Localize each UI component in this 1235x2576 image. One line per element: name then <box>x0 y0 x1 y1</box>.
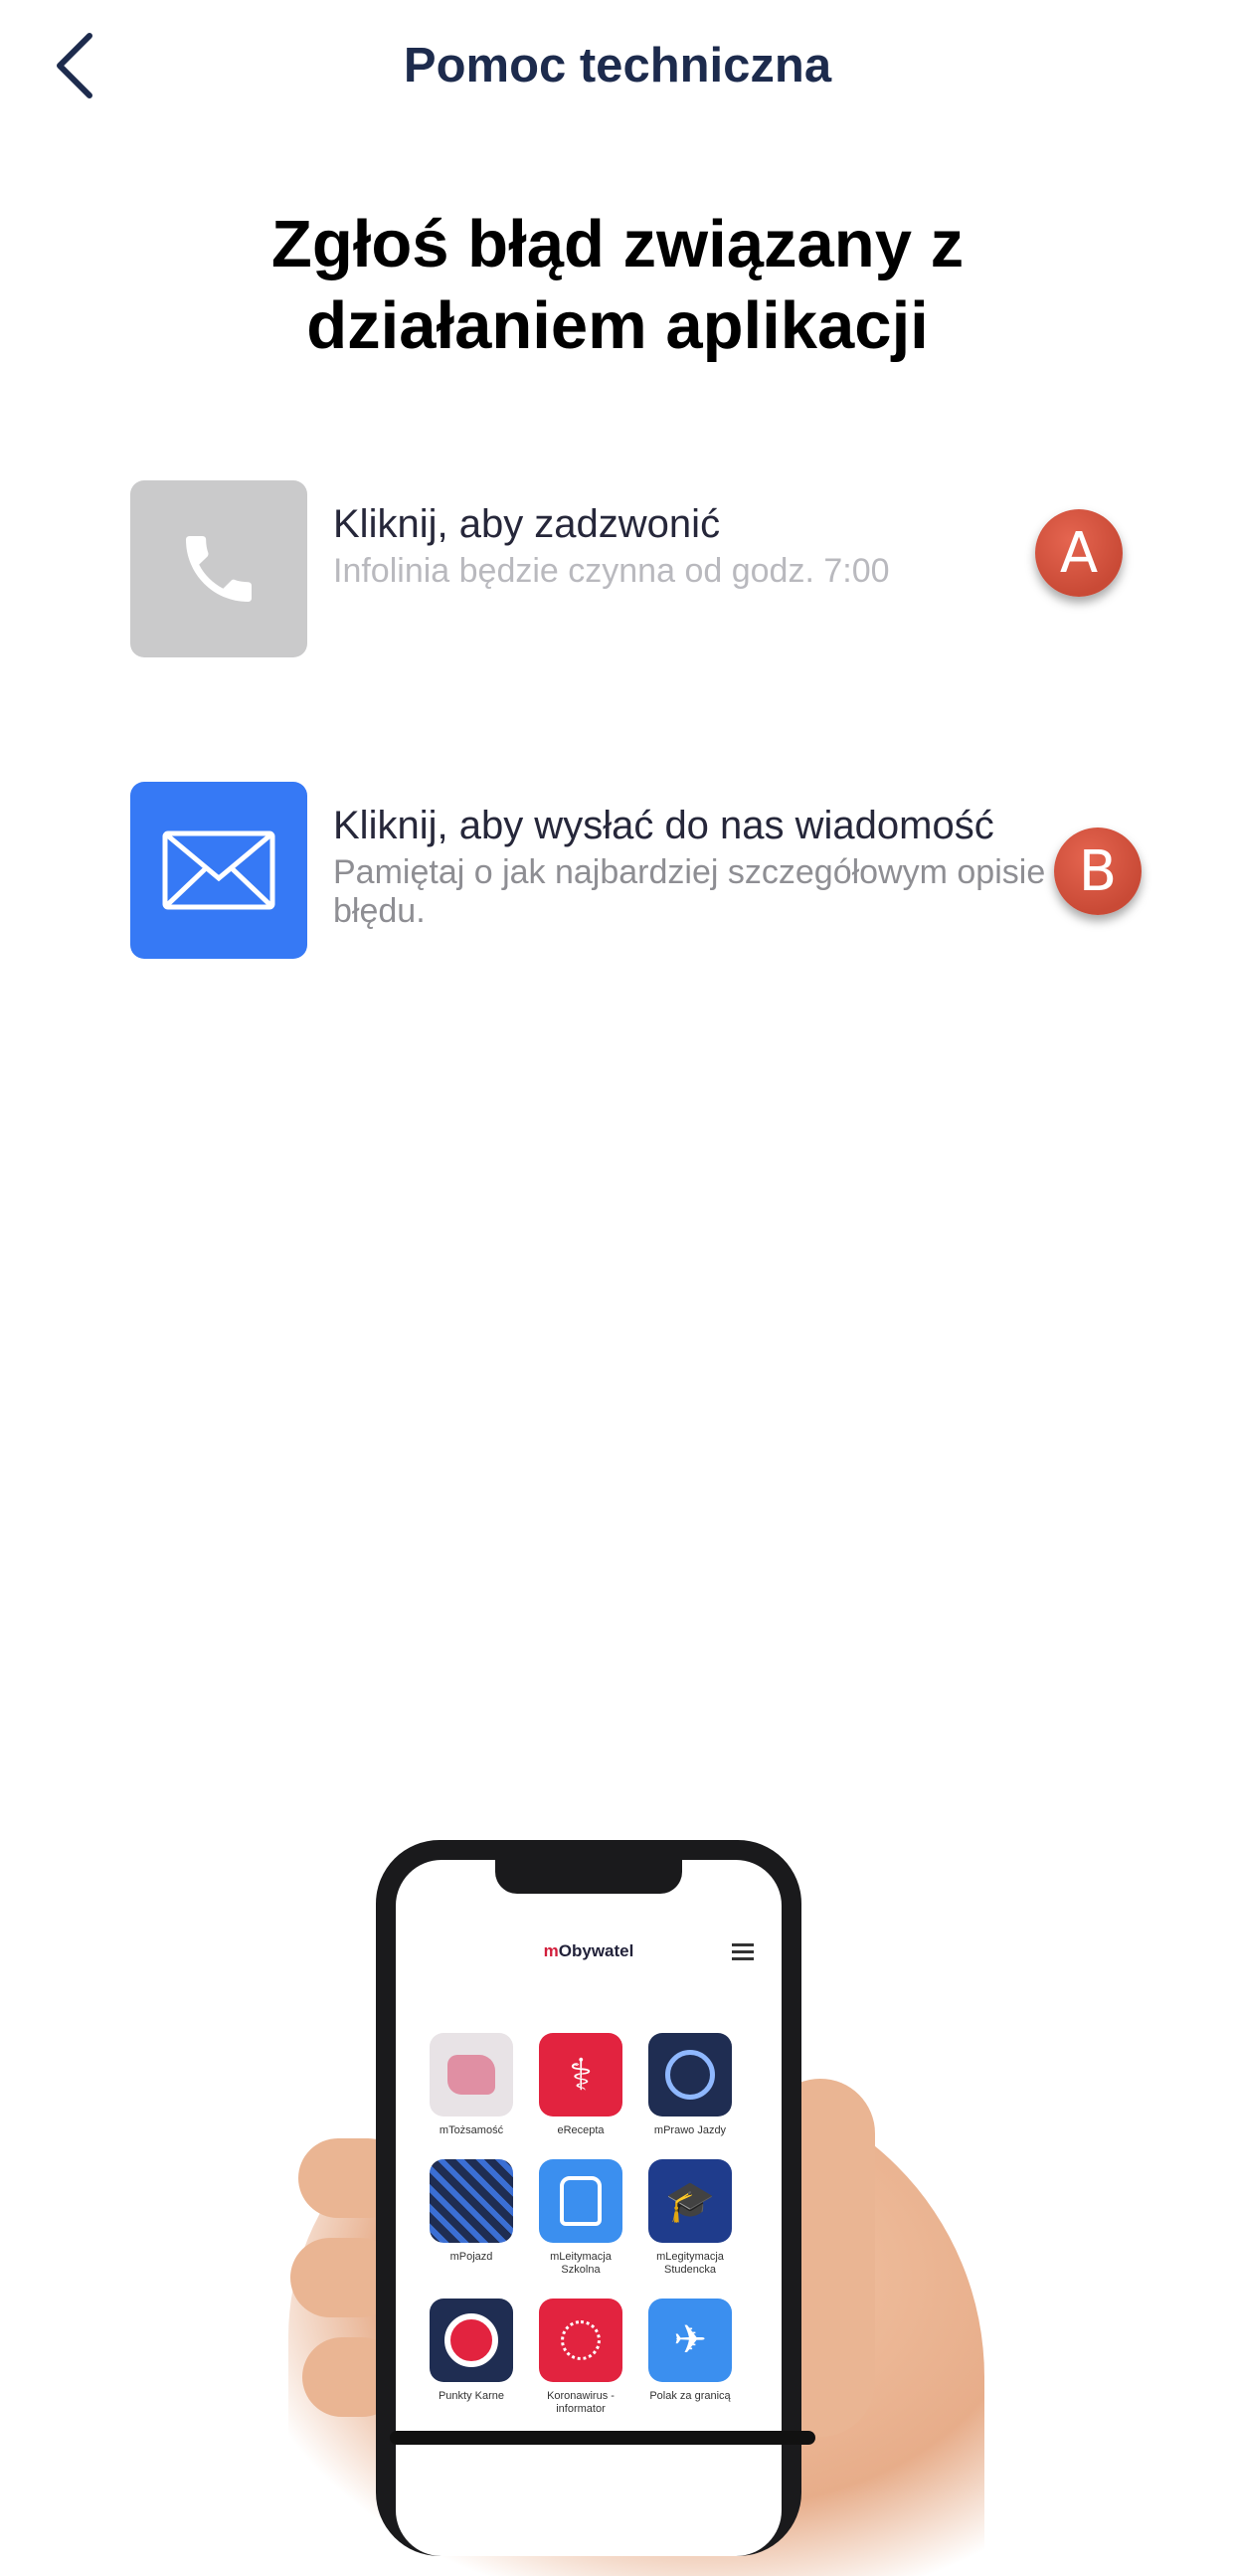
hamburger-icon <box>732 1943 754 1964</box>
heading-line-2: działaniem aplikacji <box>306 288 929 363</box>
app-label: mLeitymacja Szkolna <box>550 2251 612 2276</box>
app-tile: mPrawo Jazdy <box>648 2033 732 2137</box>
mail-icon <box>162 830 275 910</box>
app-tile: Koronawirus - informator <box>539 2299 622 2416</box>
phone-screen: mObywatel mTożsamość ⚕ eRecepta mPrawo J… <box>396 1860 782 2556</box>
app-tile: ⚕ eRecepta <box>539 2033 622 2137</box>
map-icon <box>430 2033 513 2116</box>
call-subtitle: Infolinia będzie czynna od godz. 7:00 <box>333 552 890 590</box>
message-tile[interactable] <box>130 782 307 959</box>
app-grid: mTożsamość ⚕ eRecepta mPrawo Jazdy mPoja… <box>430 2033 758 2416</box>
app-tile: mPojazd <box>430 2159 513 2277</box>
tire-tread-icon <box>430 2159 513 2243</box>
call-title: Kliknij, aby zadzwonić <box>333 502 721 546</box>
app-title: mObywatel <box>396 1941 782 1961</box>
page-title: Pomoc techniczna <box>403 39 832 92</box>
app-label: Punkty Karne <box>438 2390 505 2402</box>
app-title-prefix: m <box>543 1941 559 1960</box>
target-icon <box>430 2299 513 2382</box>
message-title: Kliknij, aby wysłać do nas wiadomość <box>333 804 994 847</box>
graduation-cap-icon: 🎓 <box>648 2159 732 2243</box>
app-tile: ✈ Polak za granicą <box>648 2299 732 2416</box>
navigation-bar: Pomoc techniczna <box>0 0 1235 139</box>
app-tile: mLeitymacja Szkolna <box>539 2159 622 2277</box>
phone-device: mObywatel mTożsamość ⚕ eRecepta mPrawo J… <box>376 1840 801 2556</box>
app-label: mTożsamość <box>439 2124 504 2136</box>
phone-notch <box>495 1860 682 1894</box>
annotation-badge-a: A <box>1035 509 1123 597</box>
call-tile[interactable] <box>130 480 307 657</box>
app-tile: Punkty Karne <box>430 2299 513 2416</box>
app-label: mPrawo Jazdy <box>653 2124 727 2136</box>
virus-icon <box>539 2299 622 2382</box>
phone-icon <box>186 536 252 602</box>
app-label: Polak za granicą <box>649 2390 731 2402</box>
app-label: eRecepta <box>557 2124 605 2136</box>
heading-line-1: Zgłoś błąd związany z <box>270 207 965 281</box>
home-indicator <box>390 2431 815 2445</box>
app-tile: mTożsamość <box>430 2033 513 2137</box>
app-label: mPojazd <box>449 2251 493 2263</box>
app-label: Koronawirus - informator <box>547 2390 615 2415</box>
message-subtitle: Pamiętaj o jak najbardziej szczegółowym … <box>333 853 1046 930</box>
backpack-icon <box>539 2159 622 2243</box>
message-option[interactable]: Kliknij, aby wysłać do nas wiadomość Pam… <box>130 782 1125 959</box>
page-heading: Zgłoś błąd związany z działaniem aplikac… <box>199 204 1036 367</box>
app-title-rest: Obywatel <box>558 1941 634 1960</box>
airplane-icon: ✈ <box>648 2299 732 2382</box>
app-label: mLegitymacja Studencka <box>656 2251 724 2276</box>
caduceus-icon: ⚕ <box>539 2033 622 2116</box>
steering-wheel-icon <box>648 2033 732 2116</box>
annotation-badge-b: B <box>1054 828 1142 915</box>
call-option[interactable]: Kliknij, aby zadzwonić Infolinia będzie … <box>130 480 1125 657</box>
app-tile: 🎓 mLegitymacja Studencka <box>648 2159 732 2277</box>
